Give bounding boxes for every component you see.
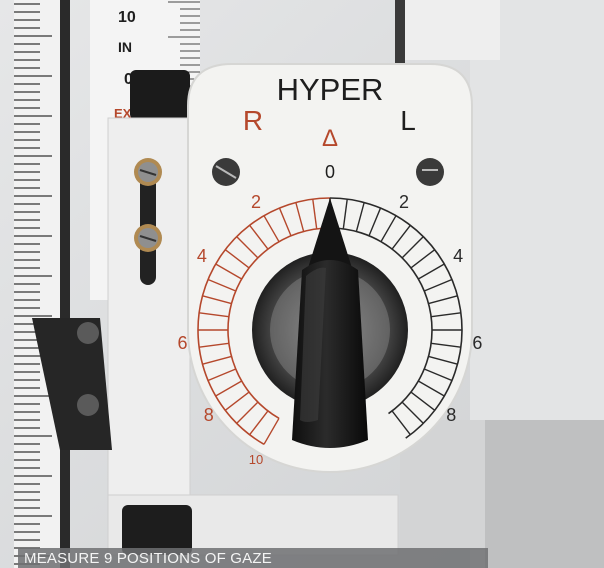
dial-side-left: R: [243, 105, 263, 136]
dial-title: HYPER: [277, 72, 384, 107]
dial-left-number-10: 10: [249, 452, 263, 467]
clamp-bolt-top: [77, 322, 99, 344]
lower-right-shadow: [485, 420, 604, 568]
dial-right-number-8: 8: [446, 405, 456, 425]
delta-symbol: Δ: [322, 125, 338, 152]
top-right-block: [405, 0, 500, 60]
dial-right-number-6: 6: [472, 333, 482, 353]
dial-zero-label: 0: [325, 162, 335, 182]
dial-left-number-2: 2: [251, 192, 261, 212]
dial-right-number-2: 2: [399, 192, 409, 212]
photo-scene: 10 IN 0 EX HYPER R L Δ 0 2 4 6 8 10 2 4 …: [0, 0, 604, 568]
instrument-photo: 10 IN 0 EX HYPER R L Δ 0 2 4 6 8 10 2 4 …: [0, 0, 604, 568]
dial-side-right: L: [400, 105, 416, 136]
left-ruler-edge: [60, 0, 70, 568]
caption-text: MEASURE 9 POSITIONS OF GAZE: [24, 550, 272, 567]
scale-label-10: 10: [118, 9, 136, 26]
plate-screw-right: [416, 158, 444, 186]
dial-left-number-6: 6: [178, 333, 188, 353]
scale-label-in: IN: [118, 39, 132, 55]
caption-bar: MEASURE 9 POSITIONS OF GAZE: [18, 548, 488, 568]
dial-right-number-4: 4: [453, 246, 463, 266]
dial-left-number-4: 4: [197, 246, 207, 266]
clamp-bolt-bottom: [77, 394, 99, 416]
dial-left-number-8: 8: [204, 405, 214, 425]
black-slider-block: [130, 70, 190, 120]
